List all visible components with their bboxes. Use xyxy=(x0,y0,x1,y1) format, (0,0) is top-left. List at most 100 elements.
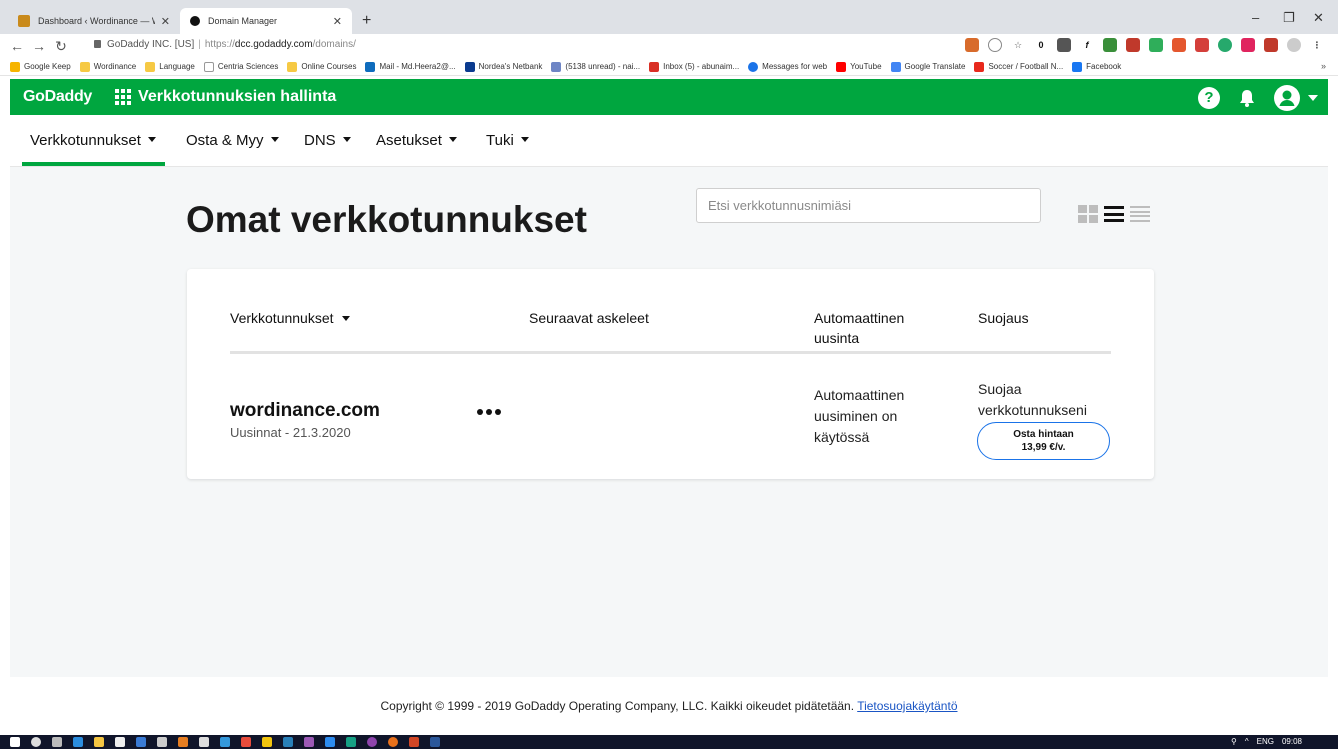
bookmark-item[interactable]: Mail - Md.Heera2@... xyxy=(365,61,456,72)
app-icon[interactable] xyxy=(178,737,188,747)
buy-protection-button[interactable]: Osta hintaan 13,99 €/v. xyxy=(977,422,1110,460)
browser-menu-icon[interactable]: ⋮ xyxy=(1310,38,1324,52)
profile-icon[interactable] xyxy=(1287,38,1301,52)
domain-search-input[interactable] xyxy=(696,188,1041,223)
more-options-icon[interactable] xyxy=(477,409,501,415)
nav-dns[interactable]: DNS xyxy=(304,132,351,149)
counter-badge[interactable]: 0 xyxy=(1034,38,1048,52)
domains-table-card: Verkkotunnukset Seuraavat askeleet Autom… xyxy=(187,269,1154,479)
file-explorer-icon[interactable] xyxy=(94,737,104,747)
app-icon[interactable] xyxy=(199,737,209,747)
column-header-next-steps: Seuraavat askeleet xyxy=(529,310,649,326)
bookmark-item[interactable]: Facebook xyxy=(1072,61,1121,72)
extension-icon[interactable] xyxy=(1218,38,1232,52)
url-field[interactable]: GoDaddy INC. [US] | https://dcc.godaddy.co… xyxy=(94,39,356,50)
extension-icon[interactable] xyxy=(1103,38,1117,52)
settings-gear-icon[interactable] xyxy=(157,737,167,747)
tray-chevron-up-icon[interactable]: ^ xyxy=(1245,737,1249,746)
app-icon[interactable] xyxy=(241,737,251,747)
bookmark-item[interactable]: Google Keep xyxy=(10,61,71,72)
extension-icon[interactable] xyxy=(1172,38,1186,52)
app-title[interactable]: Verkkotunnuksien hallinta xyxy=(138,88,336,106)
bookmark-item[interactable]: Google Translate xyxy=(890,61,965,72)
zoom-icon[interactable] xyxy=(988,38,1002,52)
nav-settings[interactable]: Asetukset xyxy=(376,132,457,149)
clock[interactable]: 09:08 xyxy=(1282,737,1302,746)
godaddy-logo[interactable]: GoDaddy xyxy=(23,88,92,106)
help-icon[interactable]: ? xyxy=(1198,87,1220,109)
people-icon[interactable]: ⚲ xyxy=(1231,737,1237,746)
bookmark-label: Language xyxy=(159,62,195,71)
column-header-domains[interactable]: Verkkotunnukset xyxy=(230,308,350,328)
forward-arrow-icon[interactable]: → xyxy=(28,38,50,54)
bookmark-item[interactable]: Messages for web xyxy=(748,61,827,72)
privacy-policy-link[interactable]: Tietosuojakäytäntö xyxy=(857,699,957,713)
star-bookmark-icon[interactable]: ☆ xyxy=(1011,38,1025,52)
minimize-window-icon[interactable]: – xyxy=(1252,10,1259,25)
vscode-icon[interactable] xyxy=(325,737,335,747)
extension-icon[interactable] xyxy=(1241,38,1255,52)
chrome-icon[interactable] xyxy=(388,737,398,747)
app-icon[interactable] xyxy=(262,737,272,747)
visual-studio-icon[interactable] xyxy=(304,737,314,747)
keyboard-language[interactable]: ENG xyxy=(1257,737,1274,746)
domain-name-link[interactable]: wordinance.com xyxy=(230,400,380,422)
grid-view-icon[interactable] xyxy=(1078,205,1098,223)
app-icon[interactable] xyxy=(283,737,293,747)
account-menu-chevron-down-icon[interactable] xyxy=(1308,95,1318,101)
word-icon[interactable] xyxy=(430,737,440,747)
reload-icon[interactable]: ↻ xyxy=(50,38,72,55)
pocket-icon[interactable] xyxy=(1057,38,1071,52)
browser-tab-dashboard[interactable]: Dashboard ‹ Wordinance — Wor ✕ xyxy=(8,8,180,34)
extension-icon[interactable] xyxy=(1195,38,1209,52)
search-icon[interactable] xyxy=(31,737,41,747)
extension-icon[interactable] xyxy=(1126,38,1140,52)
bookmark-item[interactable]: Inbox (5) - abunaim... xyxy=(649,61,739,72)
view-toggles xyxy=(1078,205,1150,223)
nav-label: Osta & Myy xyxy=(186,132,264,149)
extension-icon[interactable] xyxy=(1149,38,1163,52)
bookmark-item[interactable]: (5138 unread) - nai... xyxy=(551,61,640,72)
nav-label: Tuki xyxy=(486,132,514,149)
bookmark-item[interactable]: Language xyxy=(145,61,195,72)
extension-icon[interactable] xyxy=(965,38,979,52)
store-icon[interactable] xyxy=(115,737,125,747)
maximize-window-icon[interactable]: ❐ xyxy=(1283,10,1295,26)
task-view-icon[interactable] xyxy=(52,737,62,747)
notification-bell-icon[interactable] xyxy=(1236,87,1258,109)
close-tab-icon[interactable]: ✕ xyxy=(161,15,170,28)
browser-tab-domain-manager[interactable]: Domain Manager ✕ xyxy=(180,8,352,34)
app-icon[interactable] xyxy=(367,737,377,747)
back-arrow-icon[interactable]: ← xyxy=(6,38,28,54)
bookmark-item[interactable]: YouTube xyxy=(836,61,882,72)
close-window-icon[interactable]: ✕ xyxy=(1313,10,1324,26)
chevron-down-icon xyxy=(342,137,351,142)
list-view-icon[interactable] xyxy=(1104,206,1124,222)
close-tab-icon[interactable]: ✕ xyxy=(333,15,342,28)
bookmark-item[interactable]: Centria Sciences xyxy=(203,61,278,72)
edge-icon[interactable] xyxy=(73,737,83,747)
mail-icon[interactable] xyxy=(136,737,146,747)
app-grid-icon[interactable] xyxy=(115,89,132,105)
nav-buy-sell[interactable]: Osta & Myy xyxy=(186,132,279,149)
function-icon[interactable]: f xyxy=(1080,38,1094,52)
bookmark-item[interactable]: Soccer / Football N... xyxy=(974,61,1063,72)
nordea-icon xyxy=(464,61,475,72)
app-icon[interactable] xyxy=(220,737,230,747)
active-tab-indicator xyxy=(22,162,165,166)
bookmark-item[interactable]: Wordinance xyxy=(79,61,136,72)
new-tab-button[interactable]: + xyxy=(362,12,371,30)
account-avatar-icon[interactable] xyxy=(1274,85,1300,111)
powerpoint-icon[interactable] xyxy=(409,737,419,747)
extension-icon[interactable] xyxy=(1264,38,1278,52)
bookmark-item[interactable]: Online Courses xyxy=(287,61,356,72)
app-header: GoDaddy Verkkotunnuksien hallinta ? xyxy=(10,79,1328,115)
detailed-list-view-icon[interactable] xyxy=(1130,206,1150,222)
windows-start-icon[interactable] xyxy=(10,737,20,747)
nav-support[interactable]: Tuki xyxy=(486,132,529,149)
url-host: dcc.godaddy.com xyxy=(234,39,313,50)
more-bookmarks-button[interactable]: » xyxy=(1321,61,1326,71)
app-icon[interactable] xyxy=(346,737,356,747)
bookmark-item[interactable]: Nordea's Netbank xyxy=(464,61,542,72)
nav-domains[interactable]: Verkkotunnukset xyxy=(30,132,156,149)
